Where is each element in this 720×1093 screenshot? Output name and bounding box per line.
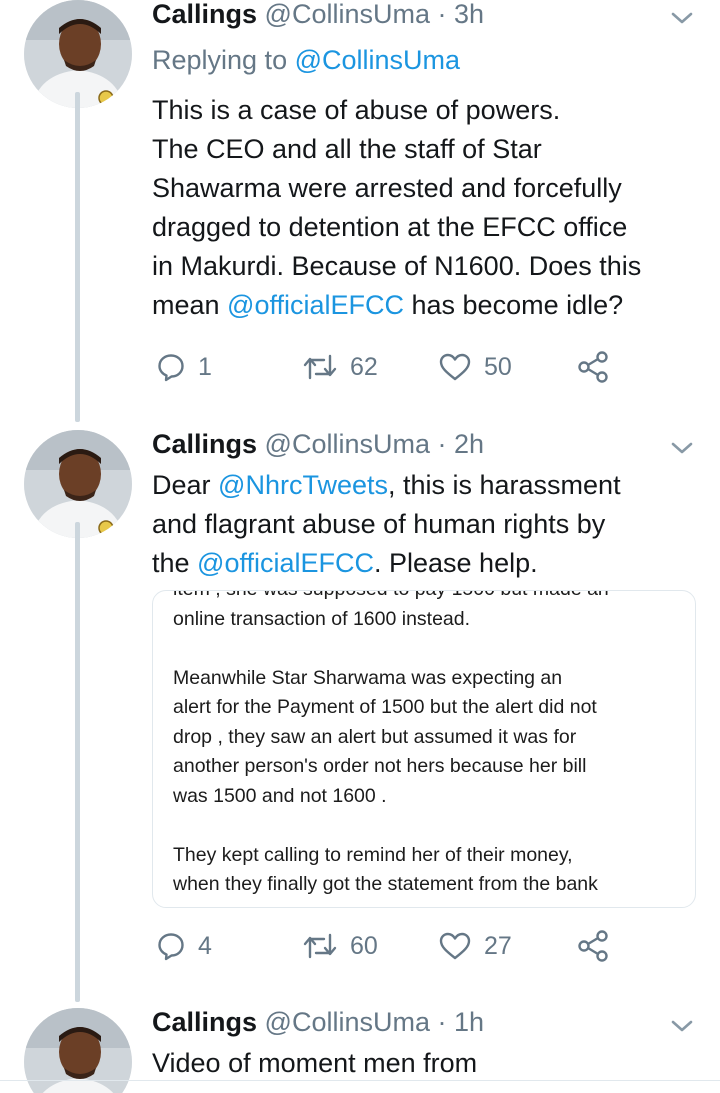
reply-button[interactable]: 1 bbox=[156, 347, 212, 387]
reply-count: 4 bbox=[198, 931, 212, 960]
thread-connector bbox=[75, 522, 80, 1002]
text-line: dragged to detention at the EFCC office bbox=[152, 212, 628, 242]
text-segment: Dear bbox=[152, 470, 219, 500]
like-count: 50 bbox=[484, 352, 512, 381]
text-line: and flagrant abuse of human rights by bbox=[152, 509, 606, 539]
reply-button[interactable]: 4 bbox=[156, 926, 212, 966]
like-button[interactable]: 50 bbox=[438, 347, 512, 387]
tweet-2[interactable]: Callings @CollinsUma · 2h Dear @NhrcTwee… bbox=[0, 429, 720, 1005]
screenshot-line: item , she was supposed to pay 1500 but … bbox=[173, 591, 681, 605]
tweet-header: Callings @CollinsUma · 2h bbox=[152, 426, 696, 462]
chevron-down-icon[interactable] bbox=[668, 8, 696, 28]
screenshot-line: alert for the Payment of 1500 but the al… bbox=[173, 696, 597, 718]
timestamp[interactable]: 1h bbox=[454, 1007, 484, 1037]
display-name[interactable]: Callings bbox=[152, 429, 257, 459]
replying-to-mention[interactable]: @CollinsUma bbox=[295, 45, 460, 75]
mention-link[interactable]: @NhrcTweets bbox=[218, 470, 388, 500]
text-segment: has become idle? bbox=[404, 290, 624, 320]
tweet-header: Callings @CollinsUma · 1h bbox=[152, 1004, 696, 1040]
tweet-text: This is a case of abuse of powers. The C… bbox=[152, 91, 692, 325]
reply-icon bbox=[158, 933, 184, 961]
screenshot-line: was 1500 and not 1600 . bbox=[173, 784, 387, 807]
text-line: Dear @NhrcTweets, this is harassment bbox=[152, 466, 692, 505]
text-segment: the bbox=[152, 548, 198, 578]
reply-count: 1 bbox=[198, 352, 212, 381]
tweet-content: Callings @CollinsUma · 2h Dear @NhrcTwee… bbox=[152, 429, 696, 578]
tweet-header: Callings @CollinsUma · 3h bbox=[152, 0, 696, 32]
chevron-down-icon[interactable] bbox=[668, 1016, 696, 1036]
text-segment: . Please help. bbox=[374, 548, 538, 578]
screenshot-line: another person's order not hers because … bbox=[173, 755, 587, 777]
retweet-icon bbox=[303, 354, 337, 380]
text-line: mean @officialEFCC has become idle? bbox=[152, 286, 692, 325]
tweet-content: Callings @CollinsUma · 3h Replying to @C… bbox=[152, 0, 696, 383]
tweet-content: Callings @CollinsUma · 1h Video of momen… bbox=[152, 1007, 696, 1078]
retweet-button[interactable]: 60 bbox=[302, 926, 378, 966]
tweet-text: Video of moment men from bbox=[152, 1044, 477, 1083]
tweet-text: Dear @NhrcTweets, this is harassment and… bbox=[152, 466, 692, 583]
timestamp[interactable]: 3h bbox=[454, 0, 484, 29]
like-count: 27 bbox=[484, 931, 512, 960]
screenshot-line: They kept calling to remind her of their… bbox=[173, 843, 573, 866]
text-line: This is a case of abuse of powers. bbox=[152, 95, 561, 125]
separator-dot: · bbox=[430, 1007, 454, 1037]
text-line: The CEO and all the staff of Star bbox=[152, 134, 542, 164]
handle[interactable]: @CollinsUma bbox=[265, 429, 430, 459]
handle[interactable]: @CollinsUma bbox=[265, 0, 430, 29]
screenshot-text: item , she was supposed to pay 1500 but … bbox=[173, 591, 681, 900]
screenshot-line: when they finally got the statement from… bbox=[173, 873, 598, 895]
text-line: Shawarma were arrested and forcefully bbox=[152, 173, 622, 203]
timestamp[interactable]: 2h bbox=[454, 429, 484, 459]
retweet-count: 60 bbox=[350, 931, 378, 960]
heart-icon bbox=[439, 932, 471, 960]
text-segment: , this is harassment bbox=[387, 470, 621, 500]
attached-image-card[interactable]: item , she was supposed to pay 1500 but … bbox=[152, 590, 696, 908]
share-button[interactable] bbox=[576, 926, 610, 966]
display-name[interactable]: Callings bbox=[152, 0, 257, 29]
retweet-button[interactable]: 62 bbox=[302, 347, 378, 387]
tweet-actions: 1 62 50 bbox=[152, 347, 672, 387]
display-name[interactable]: Callings bbox=[152, 1007, 257, 1037]
reply-icon bbox=[158, 354, 184, 382]
mention-link[interactable]: @officialEFCC bbox=[227, 290, 404, 320]
retweet-count: 62 bbox=[350, 352, 378, 381]
tweet-thread: Callings @CollinsUma · 3h Replying to @C… bbox=[0, 0, 720, 1093]
heart-icon bbox=[439, 353, 471, 381]
screenshot-line: Meanwhile Star Sharwama was expecting an bbox=[173, 666, 563, 689]
separator-dot: · bbox=[430, 0, 454, 29]
text-segment: mean bbox=[152, 290, 228, 320]
text-line: in Makurdi. Because of N1600. Does this bbox=[152, 251, 642, 281]
mention-link[interactable]: @officialEFCC bbox=[197, 548, 374, 578]
tweet-actions: 4 60 27 bbox=[152, 926, 672, 966]
text-line: Video of moment men from bbox=[152, 1048, 478, 1078]
share-icon bbox=[578, 351, 608, 383]
handle[interactable]: @CollinsUma bbox=[265, 1007, 430, 1037]
chevron-down-icon[interactable] bbox=[668, 438, 696, 458]
separator-dot: · bbox=[430, 429, 454, 459]
screenshot-line: drop , they saw an alert but assumed it … bbox=[173, 725, 577, 748]
text-line: the @officialEFCC. Please help. bbox=[152, 544, 692, 583]
tweet-1[interactable]: Callings @CollinsUma · 3h Replying to @C… bbox=[0, 0, 720, 430]
retweet-icon bbox=[303, 933, 337, 959]
divider bbox=[0, 1080, 720, 1081]
replying-prefix: Replying to bbox=[152, 45, 295, 75]
thread-connector bbox=[75, 92, 80, 422]
replying-to: Replying to @CollinsUma bbox=[152, 42, 460, 78]
like-button[interactable]: 27 bbox=[438, 926, 512, 966]
screenshot-line: online transaction of 1600 instead. bbox=[173, 607, 471, 630]
share-button[interactable] bbox=[576, 347, 610, 387]
share-icon bbox=[578, 930, 608, 962]
